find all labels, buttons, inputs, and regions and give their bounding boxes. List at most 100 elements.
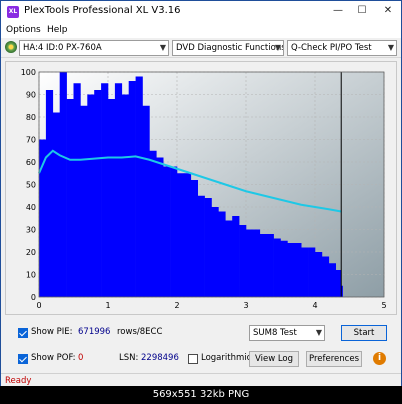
preferences-button[interactable]: Preferences — [306, 351, 362, 367]
pie-bar — [66, 99, 74, 297]
show-pie-label: Show PIE: — [31, 327, 73, 337]
pie-bar — [204, 198, 212, 297]
image-caption: 569x551 32kb PNG — [0, 386, 402, 404]
pie-bar — [149, 150, 157, 297]
x-tick-label: 3 — [243, 301, 248, 310]
pie-bar — [59, 72, 67, 297]
disc-drive-icon — [5, 41, 17, 53]
controls-panel: Show PIE: 671996 rows/8ECC SUM8 Test ▼ S… — [1, 315, 401, 373]
show-pie-checkbox[interactable] — [18, 328, 28, 338]
pie-bar — [252, 229, 261, 297]
info-icon[interactable]: i — [373, 352, 386, 365]
pie-bar — [121, 94, 129, 297]
pof-value: 0 — [78, 353, 84, 363]
pie-bar — [328, 263, 336, 297]
pie-bar — [239, 225, 247, 297]
test-select-value: Q-Check PI/PO Test — [291, 43, 372, 53]
menu-help[interactable]: Help — [47, 25, 68, 35]
x-tick-label: 2 — [174, 301, 179, 310]
menu-options[interactable]: Options — [6, 25, 41, 35]
pie-bar — [163, 166, 171, 297]
pie-bar — [52, 112, 60, 297]
title-bar: XL PlexTools Professional XL V3.16 — ☐ ✕ — [1, 1, 401, 23]
chevron-down-icon: ▼ — [315, 328, 322, 337]
pie-bar — [232, 216, 240, 297]
y-tick-label: 0 — [31, 293, 36, 302]
pie-bar — [246, 229, 254, 297]
y-tick-label: 80 — [26, 113, 36, 122]
pie-bar — [315, 252, 323, 297]
y-tick-label: 40 — [26, 203, 36, 212]
y-tick-label: 50 — [26, 181, 36, 190]
pie-bar — [190, 180, 198, 297]
y-tick-label: 20 — [26, 248, 36, 257]
pie-bar — [142, 105, 150, 297]
pie-bar — [170, 166, 178, 297]
pi-po-chart: 0 10 20 30 40 50 60 70 80 90 100 0 1 2 3 4 5 — [21, 68, 387, 310]
function-select-value: DVD Diagnostic Functions — [176, 43, 284, 53]
y-tick-label: 90 — [26, 91, 36, 100]
y-tick-label: 10 — [26, 271, 36, 280]
logarithmic-checkbox[interactable] — [188, 354, 198, 364]
toolbar: HA:4 ID:0 PX-760A ▼ DVD Diagnostic Funct… — [1, 38, 401, 58]
show-pof-label: Show POF: — [31, 353, 76, 363]
pie-bar — [301, 247, 309, 297]
chevron-down-icon: ▼ — [159, 43, 166, 52]
test-mode-value: SUM8 Test — [253, 328, 297, 338]
pie-bar — [101, 83, 109, 297]
drive-select[interactable]: HA:4 ID:0 PX-760A ▼ — [19, 40, 169, 56]
pie-bar — [183, 173, 192, 297]
lsn-value: 2298496 — [141, 353, 179, 363]
pie-bar — [308, 247, 316, 297]
pie-bar — [280, 240, 288, 297]
pie-bar — [211, 207, 219, 297]
pie-bar — [294, 243, 302, 297]
pie-bar — [225, 220, 233, 297]
app-icon: XL — [7, 6, 19, 18]
pie-bar — [287, 243, 295, 297]
drive-select-value: HA:4 ID:0 PX-760A — [23, 43, 102, 53]
chevron-down-icon: ▼ — [387, 43, 394, 52]
pie-bar — [335, 270, 342, 297]
pie-bar — [80, 105, 88, 297]
pie-bar — [128, 81, 136, 297]
test-mode-select[interactable]: SUM8 Test ▼ — [249, 325, 325, 341]
x-tick-label: 4 — [312, 301, 317, 310]
minimize-button[interactable]: — — [331, 3, 345, 19]
pie-bar — [87, 94, 95, 297]
maximize-button[interactable]: ☐ — [355, 3, 369, 19]
function-select[interactable]: DVD Diagnostic Functions ▼ — [172, 40, 284, 56]
lsn-label: LSN: — [119, 353, 139, 363]
close-button[interactable]: ✕ — [381, 3, 395, 19]
x-tick-labels: 0 1 2 3 4 5 — [36, 301, 386, 310]
rows-label: rows/8ECC — [117, 327, 163, 337]
test-select[interactable]: Q-Check PI/PO Test ▼ — [287, 40, 397, 56]
y-tick-label: 30 — [26, 226, 36, 235]
pie-bar — [177, 173, 185, 297]
pie-bar — [108, 99, 116, 297]
x-tick-label: 5 — [381, 301, 386, 310]
status-bar: Ready — [1, 373, 401, 387]
pie-bar — [73, 83, 81, 297]
start-button[interactable]: Start — [341, 325, 387, 341]
y-tick-labels: 0 10 20 30 40 50 60 70 80 90 100 — [21, 68, 36, 302]
window-title: PlexTools Professional XL V3.16 — [24, 5, 181, 16]
menu-bar: Options Help — [1, 23, 401, 38]
y-tick-label: 60 — [26, 158, 36, 167]
show-pof-checkbox[interactable] — [18, 354, 28, 364]
x-tick-label: 0 — [36, 301, 41, 310]
pie-bar — [273, 238, 281, 297]
pie-bar — [94, 90, 102, 297]
chart-panel: 0 10 20 30 40 50 60 70 80 90 100 0 1 2 3 4 5 — [5, 61, 397, 315]
y-tick-label: 100 — [21, 68, 36, 77]
pie-bar — [156, 157, 164, 297]
logarithmic-label: Logarithmic — [201, 353, 252, 363]
pie-bar — [266, 234, 274, 297]
pie-bar — [321, 256, 330, 297]
app-window: XL PlexTools Professional XL V3.16 — ☐ ✕… — [0, 0, 402, 404]
status-text: Ready — [5, 376, 32, 386]
pie-bar — [259, 234, 267, 297]
view-log-button[interactable]: View Log — [249, 351, 299, 367]
pie-bar — [218, 211, 226, 297]
pie-bar — [135, 76, 143, 297]
